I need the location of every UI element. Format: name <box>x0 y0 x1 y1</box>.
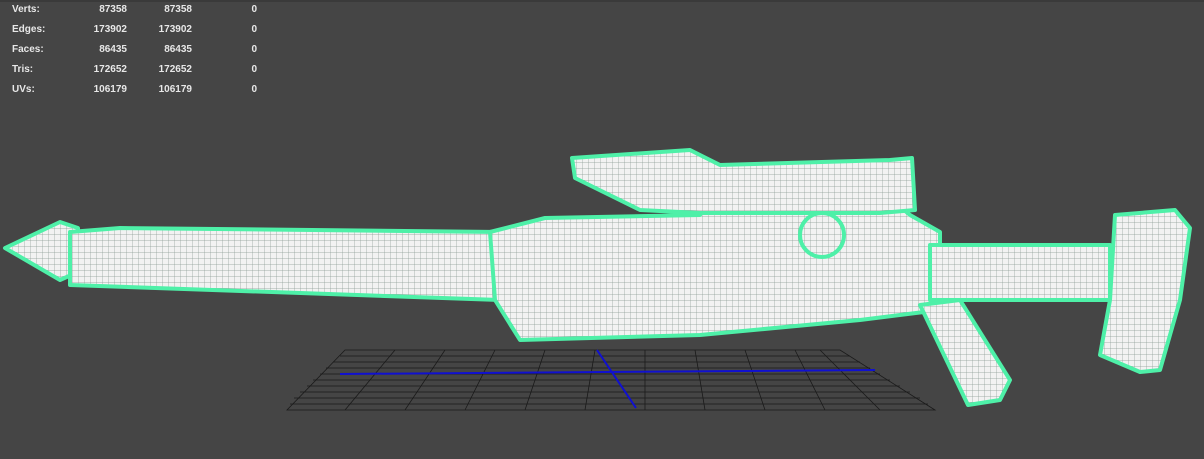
hud-selected: 173902 <box>158 24 192 35</box>
muzzle-cone <box>3 220 80 282</box>
rifle-mesh[interactable] <box>3 148 1192 407</box>
hud-selected: 87358 <box>164 4 192 15</box>
scope <box>570 148 917 215</box>
hud-label: Edges: <box>12 24 46 35</box>
hud-extra: 0 <box>251 24 257 35</box>
hud-label: Verts: <box>12 4 40 15</box>
buttstock <box>1098 208 1192 374</box>
pistol-grip <box>918 298 1012 407</box>
hud-extra: 0 <box>251 4 257 15</box>
hud-label: Tris: <box>12 64 34 75</box>
hud-total: 172652 <box>93 64 127 75</box>
barrel <box>68 226 502 302</box>
hud-extra: 0 <box>251 64 257 75</box>
hud-selected: 172652 <box>158 64 192 75</box>
hud-total: 86435 <box>99 44 127 55</box>
ground-grid <box>286 349 937 411</box>
hud-label: UVs: <box>12 84 35 95</box>
hud-total: 106179 <box>93 84 127 95</box>
hud-total: 87358 <box>99 4 127 15</box>
scope-knob <box>798 211 846 259</box>
hud-selected: 86435 <box>164 44 192 55</box>
stock-rail <box>928 243 1112 302</box>
hud-selected: 106179 <box>158 84 192 95</box>
hud-label: Faces: <box>12 44 44 55</box>
hud-total: 173902 <box>93 24 127 35</box>
world-axis <box>339 349 876 409</box>
hud-extra: 0 <box>251 84 257 95</box>
hud-extra: 0 <box>251 44 257 55</box>
